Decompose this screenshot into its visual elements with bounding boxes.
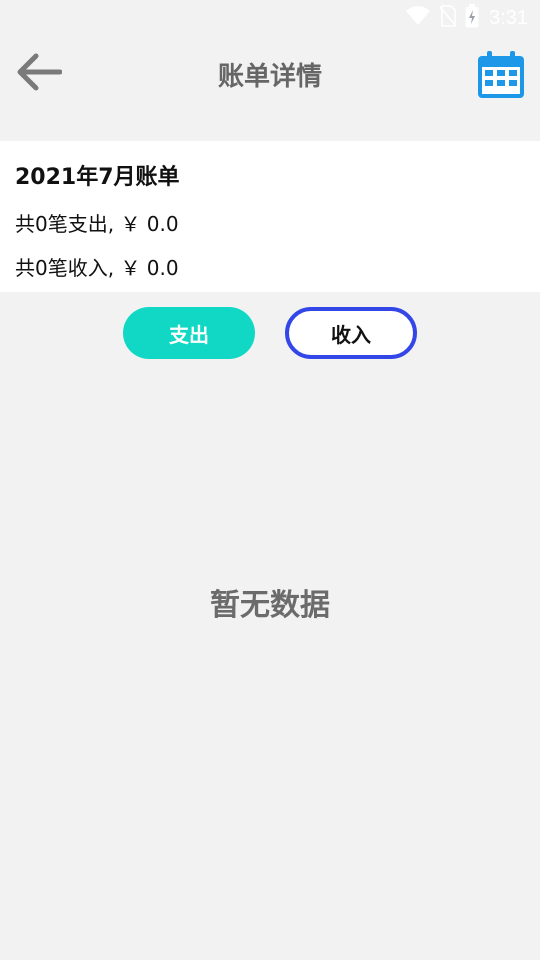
bill-summary-card: 2021年7月账单 共0笔支出, ￥ 0.0 共0笔收入, ￥ 0.0 — [0, 141, 540, 292]
tab-expense[interactable]: 支出 — [123, 307, 255, 359]
header: 账单详情 — [0, 36, 540, 112]
expense-summary: 共0笔支出, ￥ 0.0 — [15, 212, 179, 236]
month-bill-title: 2021年7月账单 — [15, 165, 180, 190]
page-title: 账单详情 — [217, 62, 322, 92]
calendar-button[interactable] — [476, 50, 526, 100]
no-sim-icon — [439, 4, 457, 32]
wifi-icon — [405, 5, 431, 31]
calendar-icon — [476, 51, 526, 104]
tab-income[interactable]: 收入 — [285, 307, 417, 359]
empty-state-text: 暂无数据 — [210, 588, 330, 623]
status-icons: 3:31 — [405, 4, 528, 32]
status-time: 3:31 — [489, 6, 528, 29]
battery-icon — [465, 4, 479, 32]
status-bar: 3:31 — [0, 0, 540, 36]
income-summary: 共0笔收入, ￥ 0.0 — [15, 256, 179, 280]
